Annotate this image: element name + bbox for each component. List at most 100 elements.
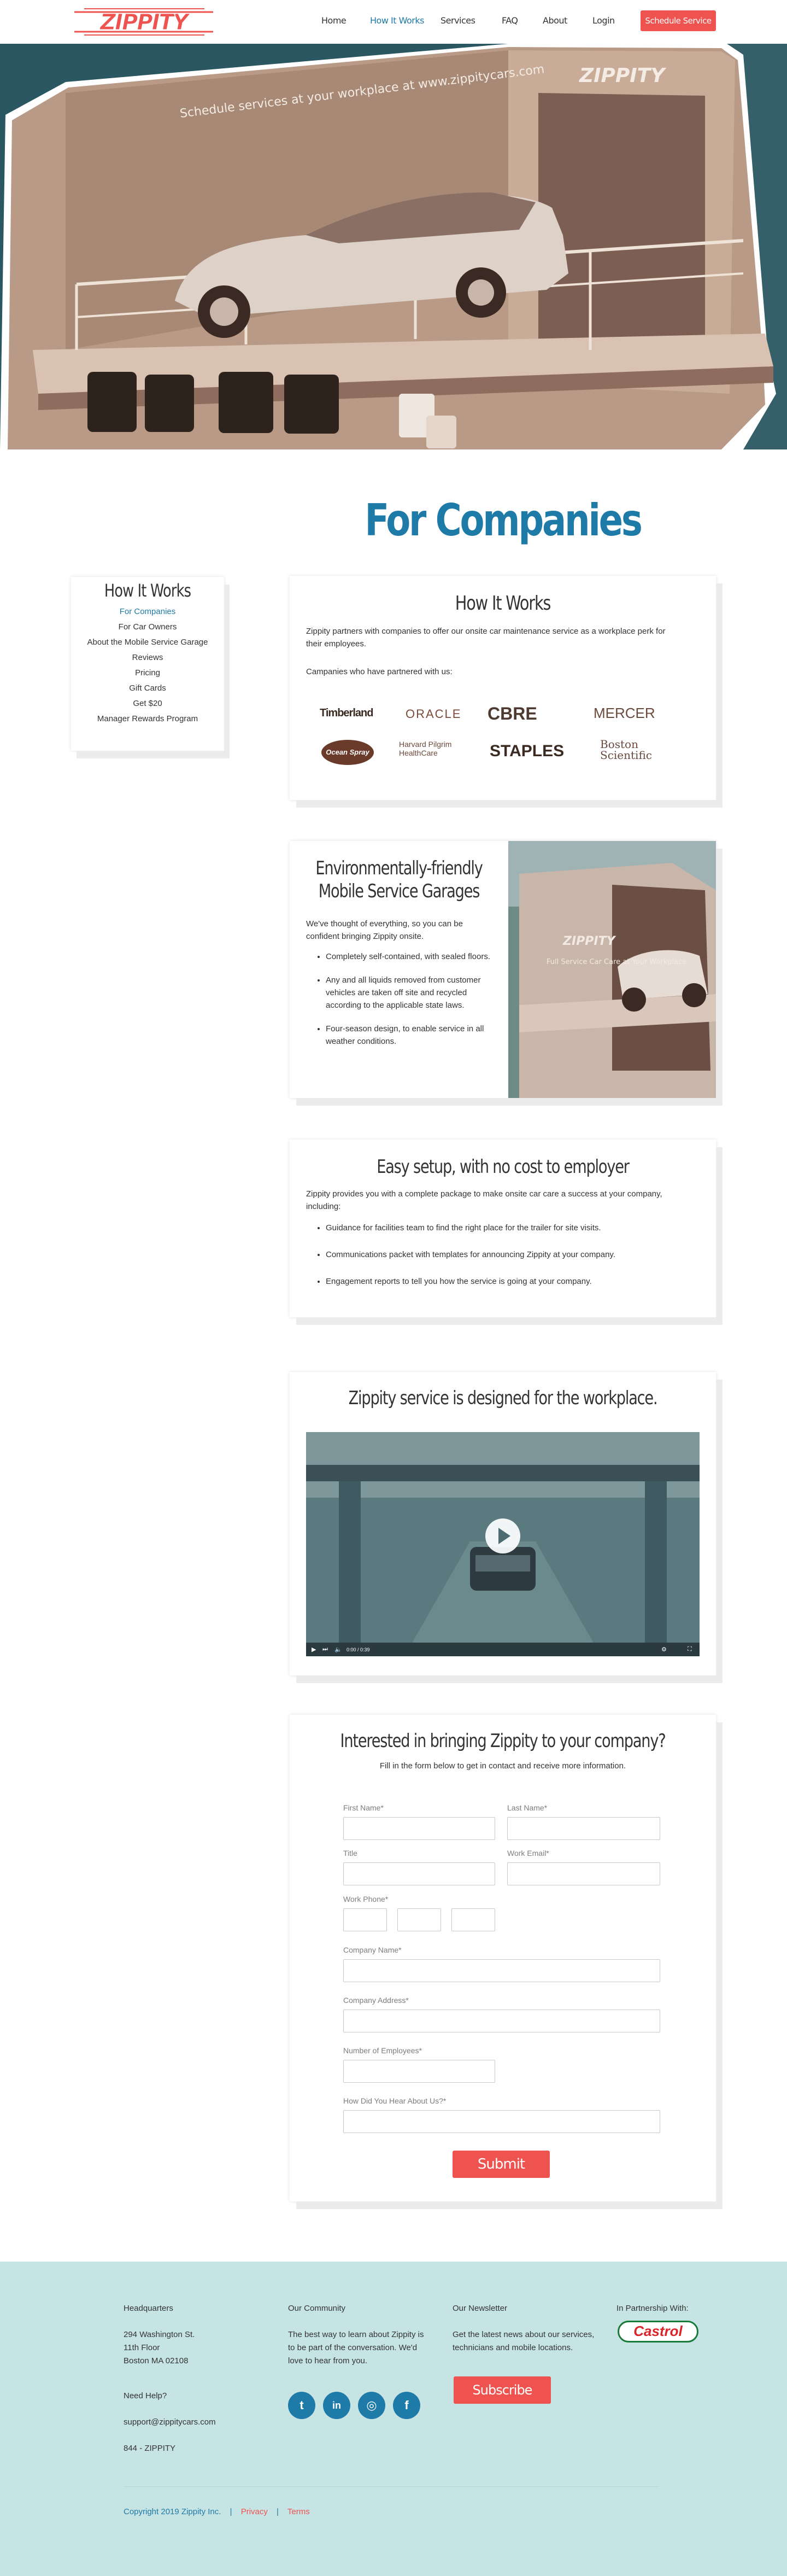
partner-logo-boston-scientific: Boston Scientific: [600, 738, 652, 762]
schedule-service-button[interactable]: Schedule Service: [641, 10, 716, 31]
footer-partner-title: In Partnership With:: [616, 2304, 689, 2313]
partner-logo-cbre: CBRE: [488, 704, 537, 723]
skip-icon[interactable]: ⏭: [322, 1646, 328, 1653]
partner-logo-timberland: Timberland: [320, 707, 373, 719]
footer-address-line2: 11th Floor: [124, 2343, 160, 2352]
play-control-icon[interactable]: ▶: [312, 1646, 316, 1653]
num-employees-input[interactable]: [343, 2060, 495, 2083]
nav-services[interactable]: Services: [441, 15, 475, 26]
work-phone-line-input[interactable]: [451, 1908, 495, 1931]
settings-icon[interactable]: ⚙: [661, 1646, 667, 1653]
privacy-link[interactable]: Privacy: [241, 2507, 268, 2516]
facebook-icon[interactable]: f: [393, 2392, 420, 2419]
work-email-input[interactable]: [507, 1862, 660, 1885]
work-email-label: Work Email*: [507, 1849, 549, 1857]
how-it-works-card: How It Works Zippity partners with compa…: [290, 576, 716, 800]
footer-community-title: Our Community: [288, 2304, 346, 2313]
work-phone-prefix-input[interactable]: [397, 1908, 441, 1931]
how-it-works-title: How It Works: [455, 592, 551, 615]
setup-bullet-list: Guidance for facilities team to find the…: [306, 1222, 700, 1299]
company-address-input[interactable]: [343, 2010, 660, 2032]
sidebar-nav: How It Works For Companies For Car Owner…: [71, 577, 224, 751]
list-item: Guidance for facilities team to find the…: [326, 1222, 700, 1234]
nav-about[interactable]: About: [543, 15, 567, 26]
company-address-label: Company Address*: [343, 1996, 409, 2005]
list-item: Four-season design, to enable service in…: [326, 1023, 492, 1048]
title-input[interactable]: [343, 1862, 495, 1885]
footer-newsletter-text: Get the latest news about our services, …: [453, 2330, 595, 2352]
eco-card: Environmentally-friendly Mobile Service …: [290, 841, 716, 1098]
svg-text:Full Service Car Care at Your: Full Service Car Care at Your Workplace: [547, 958, 686, 966]
sidebar-item-get-20[interactable]: Get $20: [71, 699, 224, 708]
eco-text-column: Environmentally-friendly Mobile Service …: [290, 841, 508, 1098]
twitter-icon[interactable]: t: [288, 2392, 315, 2419]
how-it-works-intro: Zippity partners with companies to offer…: [306, 627, 666, 649]
work-phone-area-input[interactable]: [343, 1908, 387, 1931]
footer-community-text: The best way to learn about Zippity is t…: [288, 2330, 424, 2365]
fullscreen-icon[interactable]: ⛶: [688, 1646, 692, 1653]
legal-separator: |: [230, 2507, 232, 2516]
video-player[interactable]: ▶ ⏭ 🔈 0:00 / 0:39 ⚙ ⛶: [306, 1432, 700, 1656]
copyright: Copyright 2019 Zippity Inc.: [124, 2507, 221, 2516]
title-label: Title: [343, 1849, 357, 1857]
first-name-input[interactable]: [343, 1817, 495, 1840]
play-button[interactable]: [485, 1518, 520, 1553]
num-employees-label: Number of Employees*: [343, 2046, 422, 2055]
eco-intro: We've thought of everything, so you can …: [306, 919, 463, 941]
footer-email-link[interactable]: support@zippitycars.com: [124, 2416, 216, 2429]
sidebar-item-pricing[interactable]: Pricing: [71, 668, 224, 677]
eco-title-line1: Environmentally-friendly: [315, 857, 483, 879]
nav-home[interactable]: Home: [321, 15, 346, 26]
last-name-input[interactable]: [507, 1817, 660, 1840]
footer-hq-title: Headquarters: [124, 2304, 173, 2313]
linkedin-icon[interactable]: in: [323, 2392, 350, 2419]
footer-phone: 844 - ZIPPITY: [124, 2444, 176, 2453]
sidebar-item-for-car-owners[interactable]: For Car Owners: [71, 622, 224, 632]
svg-text:ZIPPITY: ZIPPITY: [562, 934, 616, 948]
partner-logo-staples: STAPLES: [490, 742, 565, 760]
how-heard-input[interactable]: [343, 2110, 660, 2133]
form-title: Interested in bringing Zippity to your c…: [340, 1730, 666, 1752]
partner-logo-oracle: ORACLE: [406, 707, 462, 721]
sidebar-item-reviews[interactable]: Reviews: [71, 653, 224, 662]
company-name-input[interactable]: [343, 1959, 660, 1982]
sidebar-item-mobile-garage[interactable]: About the Mobile Service Garage: [71, 638, 224, 647]
sidebar-item-for-companies[interactable]: For Companies: [71, 607, 224, 616]
setup-card: Easy setup, with no cost to employer Zip…: [290, 1140, 716, 1317]
nav-how-it-works[interactable]: How It Works: [370, 15, 424, 26]
sidebar-title: How It Works: [104, 580, 191, 601]
video-time: 0:00 / 0:39: [346, 1647, 370, 1652]
sidebar-item-manager-rewards[interactable]: Manager Rewards Program: [71, 714, 224, 723]
video-title: Zippity service is designed for the work…: [348, 1387, 658, 1409]
nav-login[interactable]: Login: [592, 15, 615, 26]
list-item: Communications packet with templates for…: [326, 1248, 700, 1261]
svg-text:ZIPPITY: ZIPPITY: [99, 10, 191, 35]
work-phone-label: Work Phone*: [343, 1895, 389, 1903]
setup-intro: Zippity provides you with a complete pac…: [306, 1189, 662, 1211]
volume-icon[interactable]: 🔈: [334, 1646, 342, 1653]
trailer-illustration: Schedule services at your workplace at w…: [0, 44, 787, 449]
legal-separator: |: [277, 2507, 279, 2516]
first-name-label: First Name*: [343, 1803, 384, 1812]
footer-divider: [124, 2486, 659, 2487]
subscribe-button[interactable]: Subscribe: [454, 2376, 551, 2404]
how-heard-label: How Did You Hear About Us?*: [343, 2096, 447, 2105]
list-item: Engagement reports to tell you how the s…: [326, 1275, 700, 1288]
terms-link[interactable]: Terms: [287, 2507, 310, 2516]
zippity-logo[interactable]: ZIPPITY: [73, 5, 214, 38]
mobile-garage-image: ZIPPITY Full Service Car Care at Your Wo…: [508, 841, 716, 1098]
form-subtitle: Fill in the form below to get in contact…: [379, 1761, 626, 1771]
hero-image: Schedule services at your workplace at w…: [0, 44, 787, 449]
partner-logo-harvard-pilgrim: Harvard Pilgrim HealthCare: [399, 740, 452, 757]
eco-bullet-list: Completely self-contained, with sealed f…: [306, 950, 492, 1059]
submit-button[interactable]: Submit: [453, 2151, 550, 2178]
nav-faq[interactable]: FAQ: [502, 15, 518, 26]
video-card: Zippity service is designed for the work…: [290, 1372, 716, 1675]
sidebar-item-gift-cards[interactable]: Gift Cards: [71, 684, 224, 693]
last-name-label: Last Name*: [507, 1803, 548, 1812]
eco-title-line2: Mobile Service Garages: [318, 880, 480, 902]
footer-legal: Copyright 2019 Zippity Inc. | Privacy | …: [124, 2507, 310, 2516]
instagram-icon[interactable]: ◎: [358, 2392, 385, 2419]
svg-text:ZIPPITY: ZIPPITY: [579, 65, 667, 87]
company-name-label: Company Name*: [343, 1946, 402, 1954]
